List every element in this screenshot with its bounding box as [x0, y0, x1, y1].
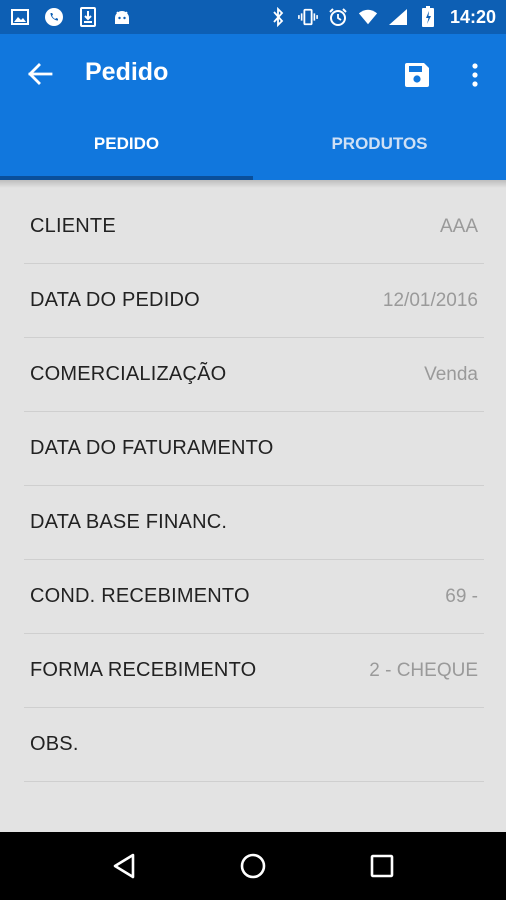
save-button[interactable] [400, 58, 434, 92]
whatsapp-icon [44, 7, 64, 27]
save-icon [405, 63, 429, 87]
circle-home-icon [240, 853, 266, 879]
toolbar: Pedido [0, 34, 506, 114]
field-label: CLIENTE [30, 215, 116, 237]
square-recents-icon [370, 854, 393, 878]
field-label: DATA DO FATURAMENTO [30, 437, 274, 459]
nav-home-button[interactable] [233, 846, 273, 886]
system-nav-bar [0, 832, 506, 900]
field-value: 69 - [445, 585, 478, 607]
back-button[interactable] [24, 58, 56, 90]
field-label: COND. RECEBIMENTO [30, 585, 250, 607]
download-icon [78, 7, 98, 27]
status-left-icons [10, 7, 132, 27]
nav-recents-button[interactable] [362, 846, 402, 886]
field-row-cond-recebimento[interactable]: COND. RECEBIMENTO 69 - [24, 560, 484, 634]
field-value: Venda [424, 363, 478, 385]
field-row-data-do-faturamento[interactable]: DATA DO FATURAMENTO [24, 412, 484, 486]
nav-back-button[interactable] [104, 846, 144, 886]
field-label: OBS. [30, 733, 79, 755]
app-bar-shadow [0, 180, 506, 188]
tab-pedido[interactable]: PEDIDO [0, 124, 253, 180]
field-row-data-do-pedido[interactable]: DATA DO PEDIDO 12/01/2016 [24, 264, 484, 338]
android-icon [112, 7, 132, 27]
field-value: 12/01/2016 [382, 289, 478, 311]
field-row-data-base-financ[interactable]: DATA BASE FINANC. [24, 486, 484, 560]
page-title: Pedido [85, 58, 169, 86]
bluetooth-icon [268, 7, 288, 27]
field-label: DATA DO PEDIDO [30, 289, 200, 311]
status-bar: 14:20 [0, 0, 506, 34]
signal-icon [388, 7, 408, 27]
field-label: COMERCIALIZAÇÃO [30, 363, 227, 385]
more-options-button[interactable] [462, 58, 488, 92]
more-vert-icon [472, 63, 478, 87]
arrow-back-icon [28, 63, 53, 85]
field-label: DATA BASE FINANC. [30, 511, 228, 533]
tab-bar: PEDIDO PRODUTOS [0, 124, 506, 180]
field-row-forma-recebimento[interactable]: FORMA RECEBIMENTO 2 - CHEQUE [24, 634, 484, 708]
field-row-cliente[interactable]: CLIENTE AAA [24, 190, 484, 264]
field-value: AAA [439, 215, 478, 237]
alarm-icon [328, 7, 348, 27]
app-bar: Pedido PEDIDO PRODUTOS [0, 34, 506, 180]
vibrate-icon [298, 7, 318, 27]
field-row-obs[interactable]: OBS. [24, 708, 484, 782]
tab-produtos[interactable]: PRODUTOS [253, 124, 506, 180]
field-label: FORMA RECEBIMENTO [30, 659, 257, 681]
field-row-comercializacao[interactable]: COMERCIALIZAÇÃO Venda [24, 338, 484, 412]
wifi-icon [358, 7, 378, 27]
status-right-icons: 14:20 [268, 6, 496, 28]
order-field-list: CLIENTE AAA DATA DO PEDIDO 12/01/2016 CO… [0, 190, 506, 782]
battery-icon [418, 6, 438, 27]
field-value: 2 - CHEQUE [369, 659, 478, 681]
status-time: 14:20 [449, 6, 496, 27]
image-icon [10, 7, 30, 27]
triangle-back-icon [114, 853, 135, 879]
